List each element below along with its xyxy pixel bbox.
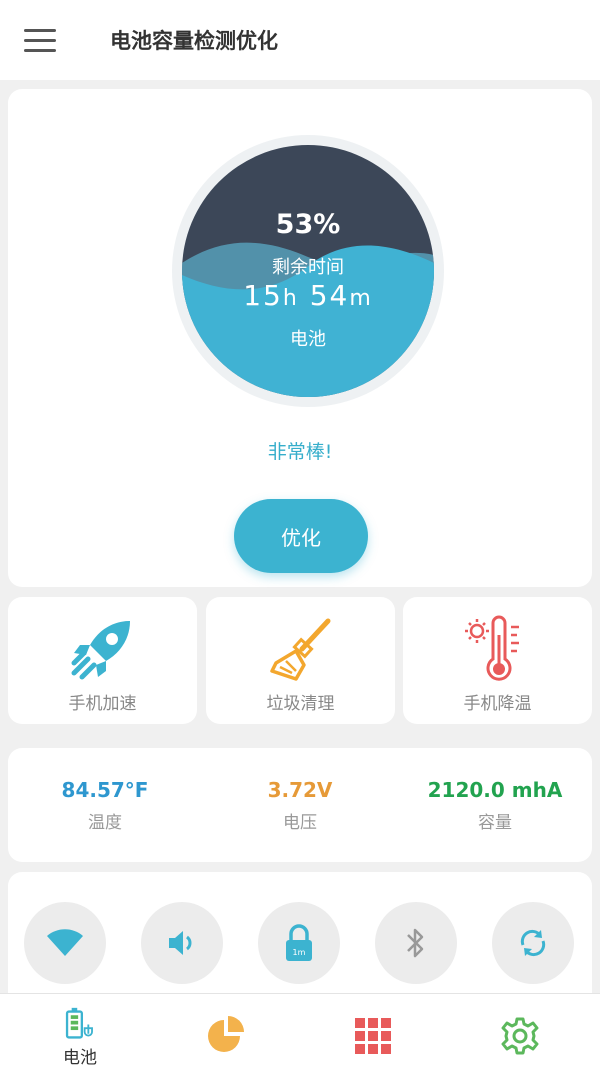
thermometer-icon: [463, 615, 533, 685]
optimize-button[interactable]: 优化: [234, 499, 368, 573]
battery-label: 电池: [290, 329, 326, 350]
settings-gear-icon: [501, 1017, 539, 1055]
battery-gauge: 53% 剩余时间 15h 54m 电池: [172, 135, 444, 407]
wifi-icon: [47, 929, 83, 956]
volume-icon: [169, 931, 192, 955]
minutes-value: 54: [309, 279, 350, 312]
pie-chart-icon: [208, 1016, 244, 1052]
sync-icon: [520, 929, 546, 957]
battery-icon: [65, 1007, 93, 1039]
app-header: 电池容量检测优化: [0, 0, 600, 80]
quick-toggles-card: 1m: [8, 872, 592, 1012]
voltage-label: 电压: [283, 813, 317, 833]
capacity-label: 容量: [478, 813, 512, 833]
stat-capacity: 2120.0 mhA 容量: [398, 778, 592, 833]
remaining-time: 15h 54m: [182, 279, 434, 312]
temperature-label: 温度: [88, 813, 122, 833]
capacity-value: 2120.0 mhA: [427, 778, 563, 802]
page-title: 电池容量检测优化: [110, 29, 278, 53]
tool-card-junk-clean[interactable]: 垃圾清理: [206, 597, 395, 724]
tool-card-cool-down[interactable]: 手机降温: [403, 597, 592, 724]
remaining-time-label: 剩余时间: [272, 257, 344, 278]
battery-stats-card: 84.57°F 温度 3.72V 电压 2120.0 mhA 容量: [8, 748, 592, 862]
bluetooth-icon: [407, 928, 424, 958]
stat-temperature: 84.57°F 温度: [8, 778, 202, 833]
bottom-navigation: 电池: [0, 993, 600, 1067]
tool-label: 垃圾清理: [266, 694, 335, 714]
stat-voltage: 3.72V 电压: [203, 778, 397, 833]
battery-gauge-circle: 53% 剩余时间 15h 54m 电池: [182, 145, 434, 397]
bluetooth-toggle[interactable]: [375, 902, 457, 984]
nav-statistics[interactable]: [166, 994, 286, 1067]
hours-unit: h: [282, 286, 299, 311]
voltage-value: 3.72V: [267, 778, 333, 802]
hours-value: 15: [243, 279, 283, 312]
temperature-value: 84.57°F: [61, 778, 149, 802]
tool-card-speed-up[interactable]: 手机加速: [8, 597, 197, 724]
tool-label: 手机降温: [463, 694, 532, 714]
battery-card: 53% 剩余时间 15h 54m 电池 非常棒! 优化: [8, 89, 592, 587]
nav-battery[interactable]: 电池: [20, 994, 140, 1067]
nav-battery-label: 电池: [63, 1048, 97, 1067]
wifi-toggle[interactable]: [24, 902, 106, 984]
screen-lock-toggle[interactable]: 1m: [258, 902, 340, 984]
grid-icon: [355, 1018, 391, 1054]
minutes-unit: m: [349, 286, 373, 311]
nav-settings[interactable]: [460, 994, 580, 1067]
lock-icon: 1m: [286, 924, 312, 961]
nav-apps[interactable]: [313, 994, 433, 1067]
lock-timeout-badge: 1m: [293, 948, 306, 957]
volume-toggle[interactable]: [141, 902, 223, 984]
rocket-icon: [68, 615, 138, 685]
tool-label: 手机加速: [68, 694, 137, 714]
hamburger-menu-icon[interactable]: [24, 20, 64, 60]
broom-icon: [266, 615, 336, 685]
auto-rotate-toggle[interactable]: [492, 902, 574, 984]
battery-status-text: 非常棒!: [267, 441, 333, 463]
battery-percent: 53%: [275, 209, 341, 240]
